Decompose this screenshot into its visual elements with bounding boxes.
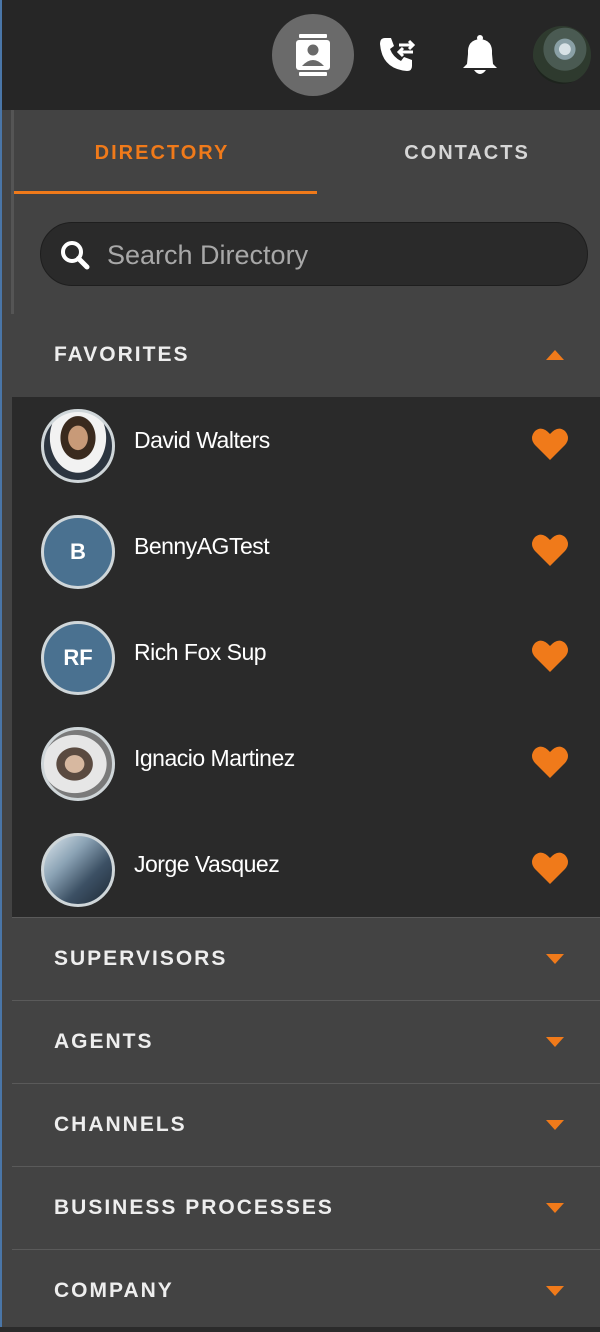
bell-icon	[463, 35, 497, 74]
favorites-list: David Walters B BennyAGTest RF Rich Fox …	[12, 397, 600, 917]
heart-icon[interactable]	[531, 745, 569, 779]
heart-icon[interactable]	[531, 851, 569, 885]
user-avatar[interactable]	[533, 26, 591, 84]
active-tab-indicator	[12, 191, 317, 194]
contact-name: Rich Fox Sup	[134, 639, 267, 665]
section-title: COMPANY	[54, 1279, 174, 1302]
section-channels[interactable]: CHANNELS	[12, 1083, 600, 1165]
list-item[interactable]: David Walters	[12, 397, 600, 501]
avatar	[41, 409, 115, 483]
tab-contacts[interactable]: CONTACTS	[317, 110, 600, 196]
search-icon	[61, 241, 90, 270]
side-divider	[11, 110, 14, 314]
heart-icon[interactable]	[531, 639, 569, 673]
section-company[interactable]: COMPANY	[12, 1249, 600, 1327]
section-title: BUSINESS PROCESSES	[54, 1196, 334, 1219]
list-item[interactable]: Ignacio Martinez	[12, 715, 600, 819]
chevron-up-icon	[546, 350, 564, 360]
contact-name: BennyAGTest	[134, 533, 270, 559]
list-item[interactable]: RF Rich Fox Sup	[12, 609, 600, 713]
contacts-book-button[interactable]	[272, 14, 354, 96]
section-title: AGENTS	[54, 1030, 154, 1053]
contact-name: Jorge Vasquez	[134, 851, 280, 877]
top-bar	[2, 0, 600, 110]
list-item[interactable]: Jorge Vasquez	[12, 821, 600, 925]
section-title: CHANNELS	[54, 1113, 187, 1136]
tab-bar: DIRECTORY CONTACTS	[2, 110, 600, 196]
tab-directory[interactable]: DIRECTORY	[12, 110, 312, 196]
heart-icon[interactable]	[531, 427, 569, 461]
section-supervisors[interactable]: SUPERVISORS	[12, 917, 600, 999]
contacts-book-icon	[296, 34, 330, 76]
directory-panel: DIRECTORY CONTACTS FAVORITES David Walte…	[0, 0, 600, 1327]
section-business-processes[interactable]: BUSINESS PROCESSES	[12, 1166, 600, 1248]
section-title: SUPERVISORS	[54, 947, 228, 970]
heart-icon[interactable]	[531, 533, 569, 567]
search-bar[interactable]	[40, 222, 588, 286]
avatar: RF	[41, 621, 115, 695]
section-agents[interactable]: AGENTS	[12, 1000, 600, 1082]
avatar: B	[41, 515, 115, 589]
contact-name: Ignacio Martinez	[134, 745, 295, 771]
avatar	[41, 727, 115, 801]
section-favorites[interactable]: FAVORITES	[12, 314, 600, 397]
avatar	[41, 833, 115, 907]
call-transfer-button[interactable]	[356, 14, 438, 96]
contact-name: David Walters	[134, 427, 270, 453]
notifications-button[interactable]	[439, 14, 521, 96]
chevron-down-icon	[546, 1203, 564, 1213]
chevron-down-icon	[546, 1120, 564, 1130]
chevron-down-icon	[546, 954, 564, 964]
chevron-down-icon	[546, 1037, 564, 1047]
section-title: FAVORITES	[54, 343, 190, 366]
search-input[interactable]	[105, 231, 569, 279]
call-transfer-icon	[380, 38, 416, 71]
list-item[interactable]: B BennyAGTest	[12, 503, 600, 607]
chevron-down-icon	[546, 1286, 564, 1296]
